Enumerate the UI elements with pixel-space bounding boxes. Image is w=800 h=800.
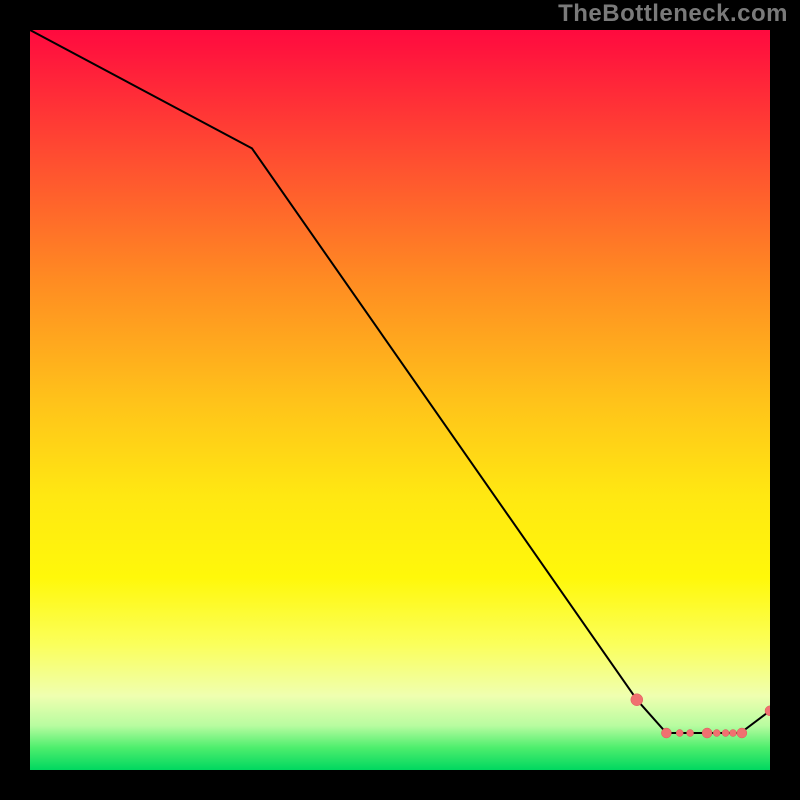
marker-dot — [730, 730, 737, 737]
curve-line — [30, 30, 770, 733]
marker-dot — [722, 730, 729, 737]
marker-dot — [676, 730, 683, 737]
marker-dot — [702, 728, 712, 738]
marker-dot — [713, 730, 720, 737]
chart-overlay — [30, 30, 770, 770]
marker-dot — [661, 728, 671, 738]
chart-stage: TheBottleneck.com — [0, 0, 800, 800]
watermark-text: TheBottleneck.com — [558, 0, 788, 28]
marker-dot — [687, 730, 694, 737]
marker-dot — [737, 728, 747, 738]
marker-dot — [631, 694, 643, 706]
